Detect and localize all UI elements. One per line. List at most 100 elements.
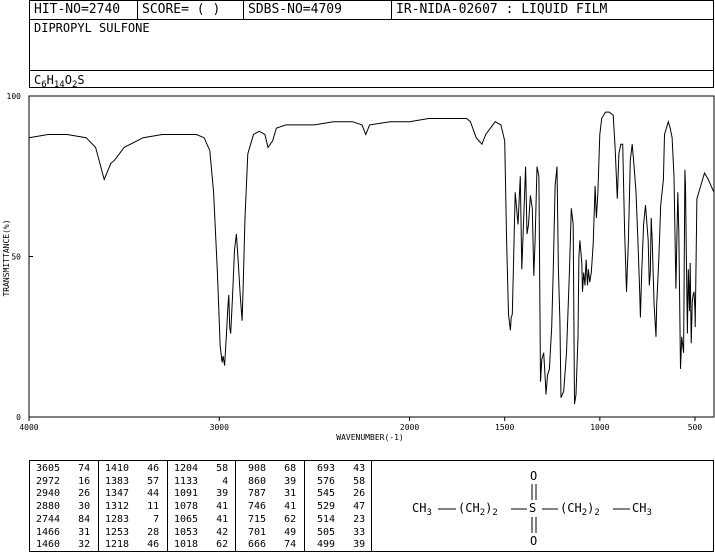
peak-transmittance: 46 [147,539,160,551]
peak-wavenumber: 1253 [105,526,130,538]
peak-wavenumber: 1204 [174,463,199,474]
peak-entry: 715 62 [242,514,304,527]
peak-entry: 499 39 [311,539,371,552]
spectrum-line [28,111,715,405]
peak-entry: 701 49 [242,527,304,540]
right-methyl: CH3 [632,501,652,518]
peak-wavenumber: 693 [311,463,336,474]
peak-wavenumber: 545 [311,488,336,500]
x-axis-label: WAVENUMBER(-1) [336,433,403,442]
peak-transmittance: 16 [78,475,91,487]
ir-spectrum-chart: 0 50 100 4000 3000 2000 1500 1000 500 WAVENUMBE… [2,92,715,442]
peak-transmittance: 41 [284,501,297,513]
peak-wavenumber: 2940 [36,488,61,500]
peak-transmittance: 39 [284,475,297,487]
peak-entry: 1460 32 [36,539,98,552]
peak-transmittance: 33 [353,526,366,538]
sulfur-atom: S [529,501,537,515]
peak-transmittance: 26 [78,488,91,500]
peak-entry: 1410 46 [105,463,167,476]
peak-entry: 860 39 [242,476,304,489]
peak-wavenumber: 1347 [105,488,130,500]
x-tick-label: 3000 [210,423,229,432]
peak-wavenumber: 2972 [36,475,61,487]
ir-nida-info: IR-NIDA-02607 : LIQUID FILM [391,1,713,19]
peak-transmittance: 32 [78,539,91,551]
peak-column: 1204 58 1133 4 1091 39 1078 41 1065 41 1053 4… [167,461,235,551]
peak-transmittance: 47 [353,501,366,513]
x-tick-label: 2000 [400,423,419,432]
peak-wavenumber: 1218 [105,539,130,551]
peak-entry: 545 26 [311,488,371,501]
peak-column: 3605 74 2972 16 2940 26 2880 30 2744 84 1466 … [30,461,98,551]
peak-wavenumber: 787 [242,488,267,500]
peak-entry: 1078 41 [174,501,235,514]
peak-column: 908 68 860 39 787 31 746 41 715 62 701 4… [235,461,304,551]
peak-wavenumber: 1078 [174,501,199,513]
peak-entry: 1383 57 [105,476,167,489]
score: SCORE= ( ) [137,1,243,19]
peak-transmittance: 23 [353,513,366,525]
peak-entry: 505 33 [311,527,371,540]
peak-entry: 1133 4 [174,476,235,489]
peak-wavenumber: 860 [242,475,267,487]
peak-wavenumber: 1410 [105,463,130,474]
peak-entry: 1218 46 [105,539,167,552]
peak-table: 3605 74 2972 16 2940 26 2880 30 2744 84 1466 … [29,460,372,552]
peak-transmittance: 74 [284,539,297,551]
peak-entry: 529 47 [311,501,371,514]
peak-wavenumber: 1383 [105,475,130,487]
peak-wavenumber: 505 [311,526,336,538]
peak-entry: 2940 26 [36,488,98,501]
structure-diagram: O O CH3 (CH2)2 S (CH2)2 CH3 [372,460,714,552]
peak-transmittance: 58 [353,475,366,487]
peak-wavenumber: 1283 [105,513,130,525]
peak-wavenumber: 1053 [174,526,199,538]
peak-entry: 514 23 [311,514,371,527]
peak-entry: 1091 39 [174,488,235,501]
peak-transmittance: 26 [353,488,366,500]
peak-transmittance: 58 [216,463,229,474]
peak-entry: 908 68 [242,463,304,476]
peak-transmittance: 74 [78,463,91,474]
peak-transmittance: 68 [284,463,297,474]
peak-transmittance: 31 [78,526,91,538]
y-tick-label: 100 [7,92,22,101]
plot-frame [28,95,715,418]
peak-wavenumber: 529 [311,501,336,513]
peak-transmittance: 44 [147,488,160,500]
peak-transmittance: 11 [147,501,160,513]
peak-wavenumber: 1312 [105,501,130,513]
left-methyl: CH3 [412,501,432,518]
peak-transmittance: 57 [147,475,160,487]
peak-transmittance: 43 [353,463,366,474]
peak-entry: 746 41 [242,501,304,514]
peak-transmittance: 28 [147,526,160,538]
peak-wavenumber: 1065 [174,513,199,525]
sdbs-number: SDBS-NO=4709 [243,1,391,19]
peak-transmittance: 41 [216,501,229,513]
peak-entry: 693 43 [311,463,371,476]
peak-entry: 1253 28 [105,527,167,540]
y-tick-label: 0 [16,413,21,422]
peak-transmittance: 46 [147,463,160,474]
peak-entry: 1312 11 [105,501,167,514]
peak-entry: 2972 16 [36,476,98,489]
peak-transmittance: 30 [78,501,91,513]
formula-row: C6H14O2S [30,70,713,90]
peak-wavenumber: 701 [242,526,267,538]
compound-name: DIPROPYL SULFONE [34,21,150,35]
peak-transmittance: 41 [216,513,229,525]
header-panel: HIT-NO=2740 SCORE= ( ) SDBS-NO=4709 IR-N… [29,0,714,90]
x-tick-label: 1000 [590,423,609,432]
peak-entry: 1065 41 [174,514,235,527]
peak-entry: 1204 58 [174,463,235,476]
peak-transmittance: 39 [353,539,366,551]
peak-wavenumber: 3605 [36,463,61,474]
peak-transmittance: 49 [284,526,297,538]
peak-wavenumber: 499 [311,539,336,551]
hit-number: HIT-NO=2740 [34,2,121,17]
peak-transmittance: 84 [78,513,91,525]
header-info-row: HIT-NO=2740 SCORE= ( ) SDBS-NO=4709 IR-N… [30,1,713,20]
peak-entry: 1053 42 [174,527,235,540]
